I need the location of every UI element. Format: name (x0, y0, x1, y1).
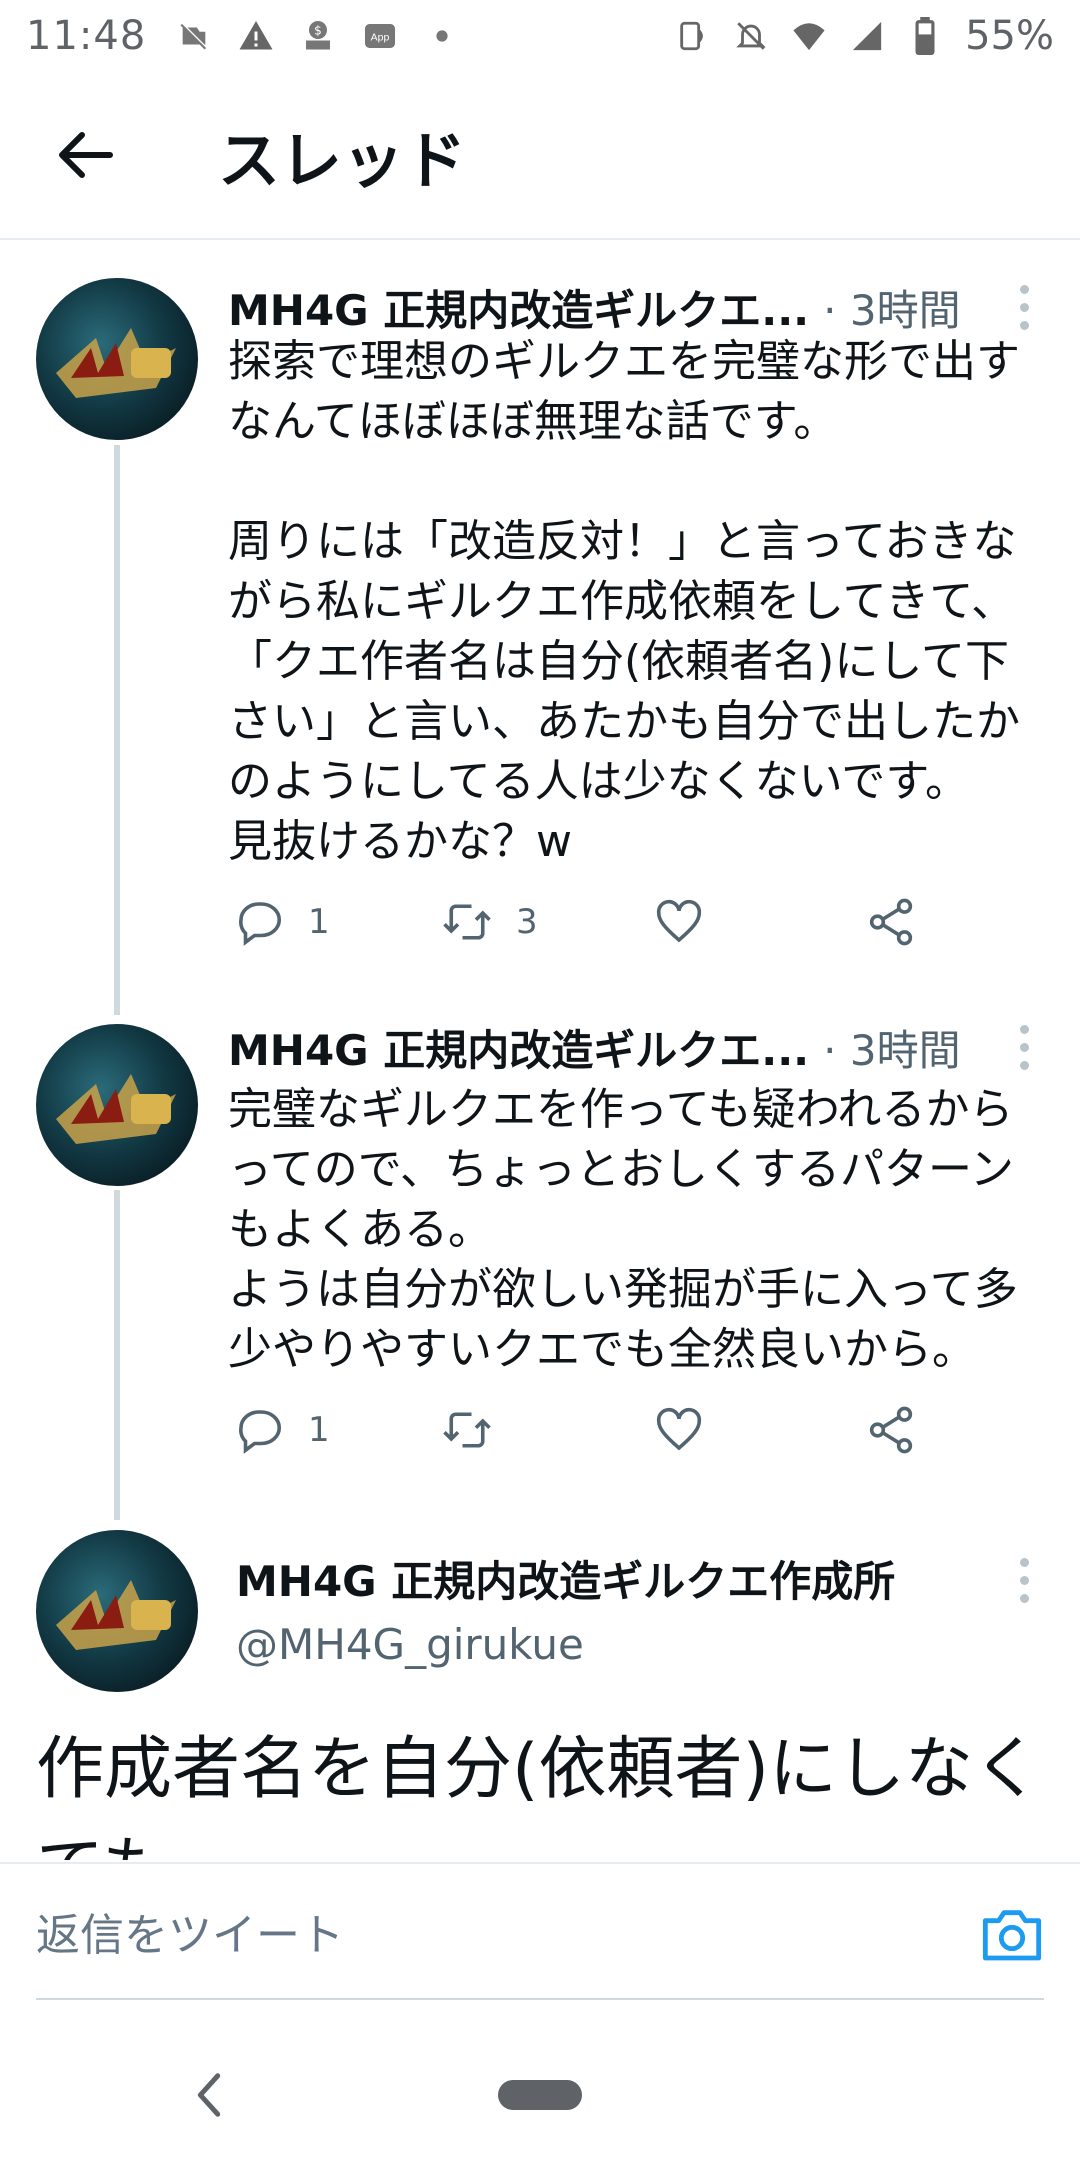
cell-signal-icon (849, 18, 885, 54)
battery-icon (907, 17, 943, 55)
status-time: 11:48 (26, 13, 147, 59)
app-icon: App (362, 18, 398, 54)
more-options-icon[interactable] (1004, 1017, 1044, 1077)
reply-button[interactable]: 1 (232, 895, 330, 949)
tweet-time: · 3時間 (823, 1025, 961, 1075)
back-arrow-icon (59, 132, 113, 178)
camera-icon (982, 1910, 1042, 1961)
system-nav-bar (0, 2040, 1080, 2160)
thread-line (114, 445, 120, 1015)
page-title: スレッド (218, 124, 467, 197)
reply-button[interactable]: 1 (232, 1403, 330, 1457)
nfc-icon (675, 18, 711, 54)
share-button[interactable] (864, 895, 918, 949)
app-header: スレッド (0, 72, 1080, 240)
tweet-actions: 1 3 (228, 887, 948, 957)
tweet-time: · 3時間 (823, 285, 961, 335)
retweet-button[interactable]: 3 (440, 895, 538, 949)
author-handle[interactable]: @MH4G_girukue (236, 1620, 584, 1669)
back-button[interactable] (36, 105, 136, 205)
dot-icon (424, 18, 460, 54)
retweet-icon (443, 904, 491, 940)
svg-text:App: App (371, 32, 390, 44)
retweet-count: 3 (516, 902, 538, 942)
tweet-header: MH4G 正規内改造ギルクエ... · 3時間 (228, 1016, 1044, 1078)
like-button[interactable] (652, 1403, 706, 1457)
tweet-text: 完璧なギルクエを作っても疑われるからってので、ちょっとおしくするパターンもよくあ… (228, 1084, 1018, 1375)
mute-icon (733, 18, 769, 54)
thread-tweet-1[interactable]: MH4G 正規内改造ギルクエ... · 3時間 探索で理想のギルクエを完璧な形で… (0, 250, 1080, 1015)
heart-icon (656, 1407, 702, 1451)
warning-icon (238, 18, 274, 54)
retweet-icon (443, 1412, 491, 1448)
no-image-icon (176, 18, 212, 54)
retweet-button[interactable] (440, 1403, 516, 1457)
avatar[interactable] (36, 1530, 198, 1692)
author-name[interactable]: MH4G 正規内改造ギルクエ作成所 (236, 1548, 895, 1609)
share-icon (869, 1406, 913, 1454)
share-icon (869, 898, 913, 946)
reply-count: 1 (308, 1410, 330, 1450)
status-bar: 11:48 $ App 55% (0, 0, 1080, 72)
reply-count: 1 (308, 902, 330, 942)
focused-tweet-text: 作成者名を自分(依頼者)にしなくても (36, 1730, 1042, 1860)
more-options-icon[interactable] (1004, 1550, 1044, 1610)
author-name[interactable]: MH4G 正規内改造ギルクエ... (228, 277, 809, 338)
reply-icon (239, 902, 282, 946)
svg-text:$: $ (314, 24, 322, 38)
cash-icon: $ (300, 18, 336, 54)
camera-button[interactable] (980, 1904, 1044, 1964)
reply-icon (239, 1410, 282, 1454)
avatar[interactable] (36, 278, 198, 440)
battery-percent: 55% (965, 13, 1054, 59)
wifi-icon (791, 18, 827, 54)
more-options-icon[interactable] (1004, 277, 1044, 337)
reply-input[interactable]: 返信をツイート (36, 1864, 936, 1998)
heart-icon (656, 899, 702, 943)
share-button[interactable] (864, 1403, 918, 1457)
reply-underline (36, 1998, 1044, 2000)
thread-tweet-2[interactable]: MH4G 正規内改造ギルクエ... · 3時間 完璧なギルクエを作っても疑われる… (0, 1000, 1080, 1520)
notification-icons: $ App (176, 18, 460, 54)
avatar[interactable] (36, 1024, 198, 1186)
thread-line (114, 1190, 120, 1520)
tweet-header: MH4G 正規内改造ギルクエ... · 3時間 (228, 276, 1044, 338)
tweet-text: 探索で理想のギルクエを完璧な形で出すなんてほぼほぼ無理な話です。 周りには「改造… (228, 336, 1020, 867)
reply-bar: 返信をツイート (0, 1862, 1080, 2002)
nav-back-icon[interactable] (190, 2070, 230, 2120)
nav-home-pill[interactable] (498, 2080, 582, 2110)
author-name[interactable]: MH4G 正規内改造ギルクエ... (228, 1017, 809, 1078)
tweet-actions: 1 (228, 1395, 948, 1465)
system-icons: 55% (675, 13, 1054, 59)
like-button[interactable] (652, 895, 706, 949)
